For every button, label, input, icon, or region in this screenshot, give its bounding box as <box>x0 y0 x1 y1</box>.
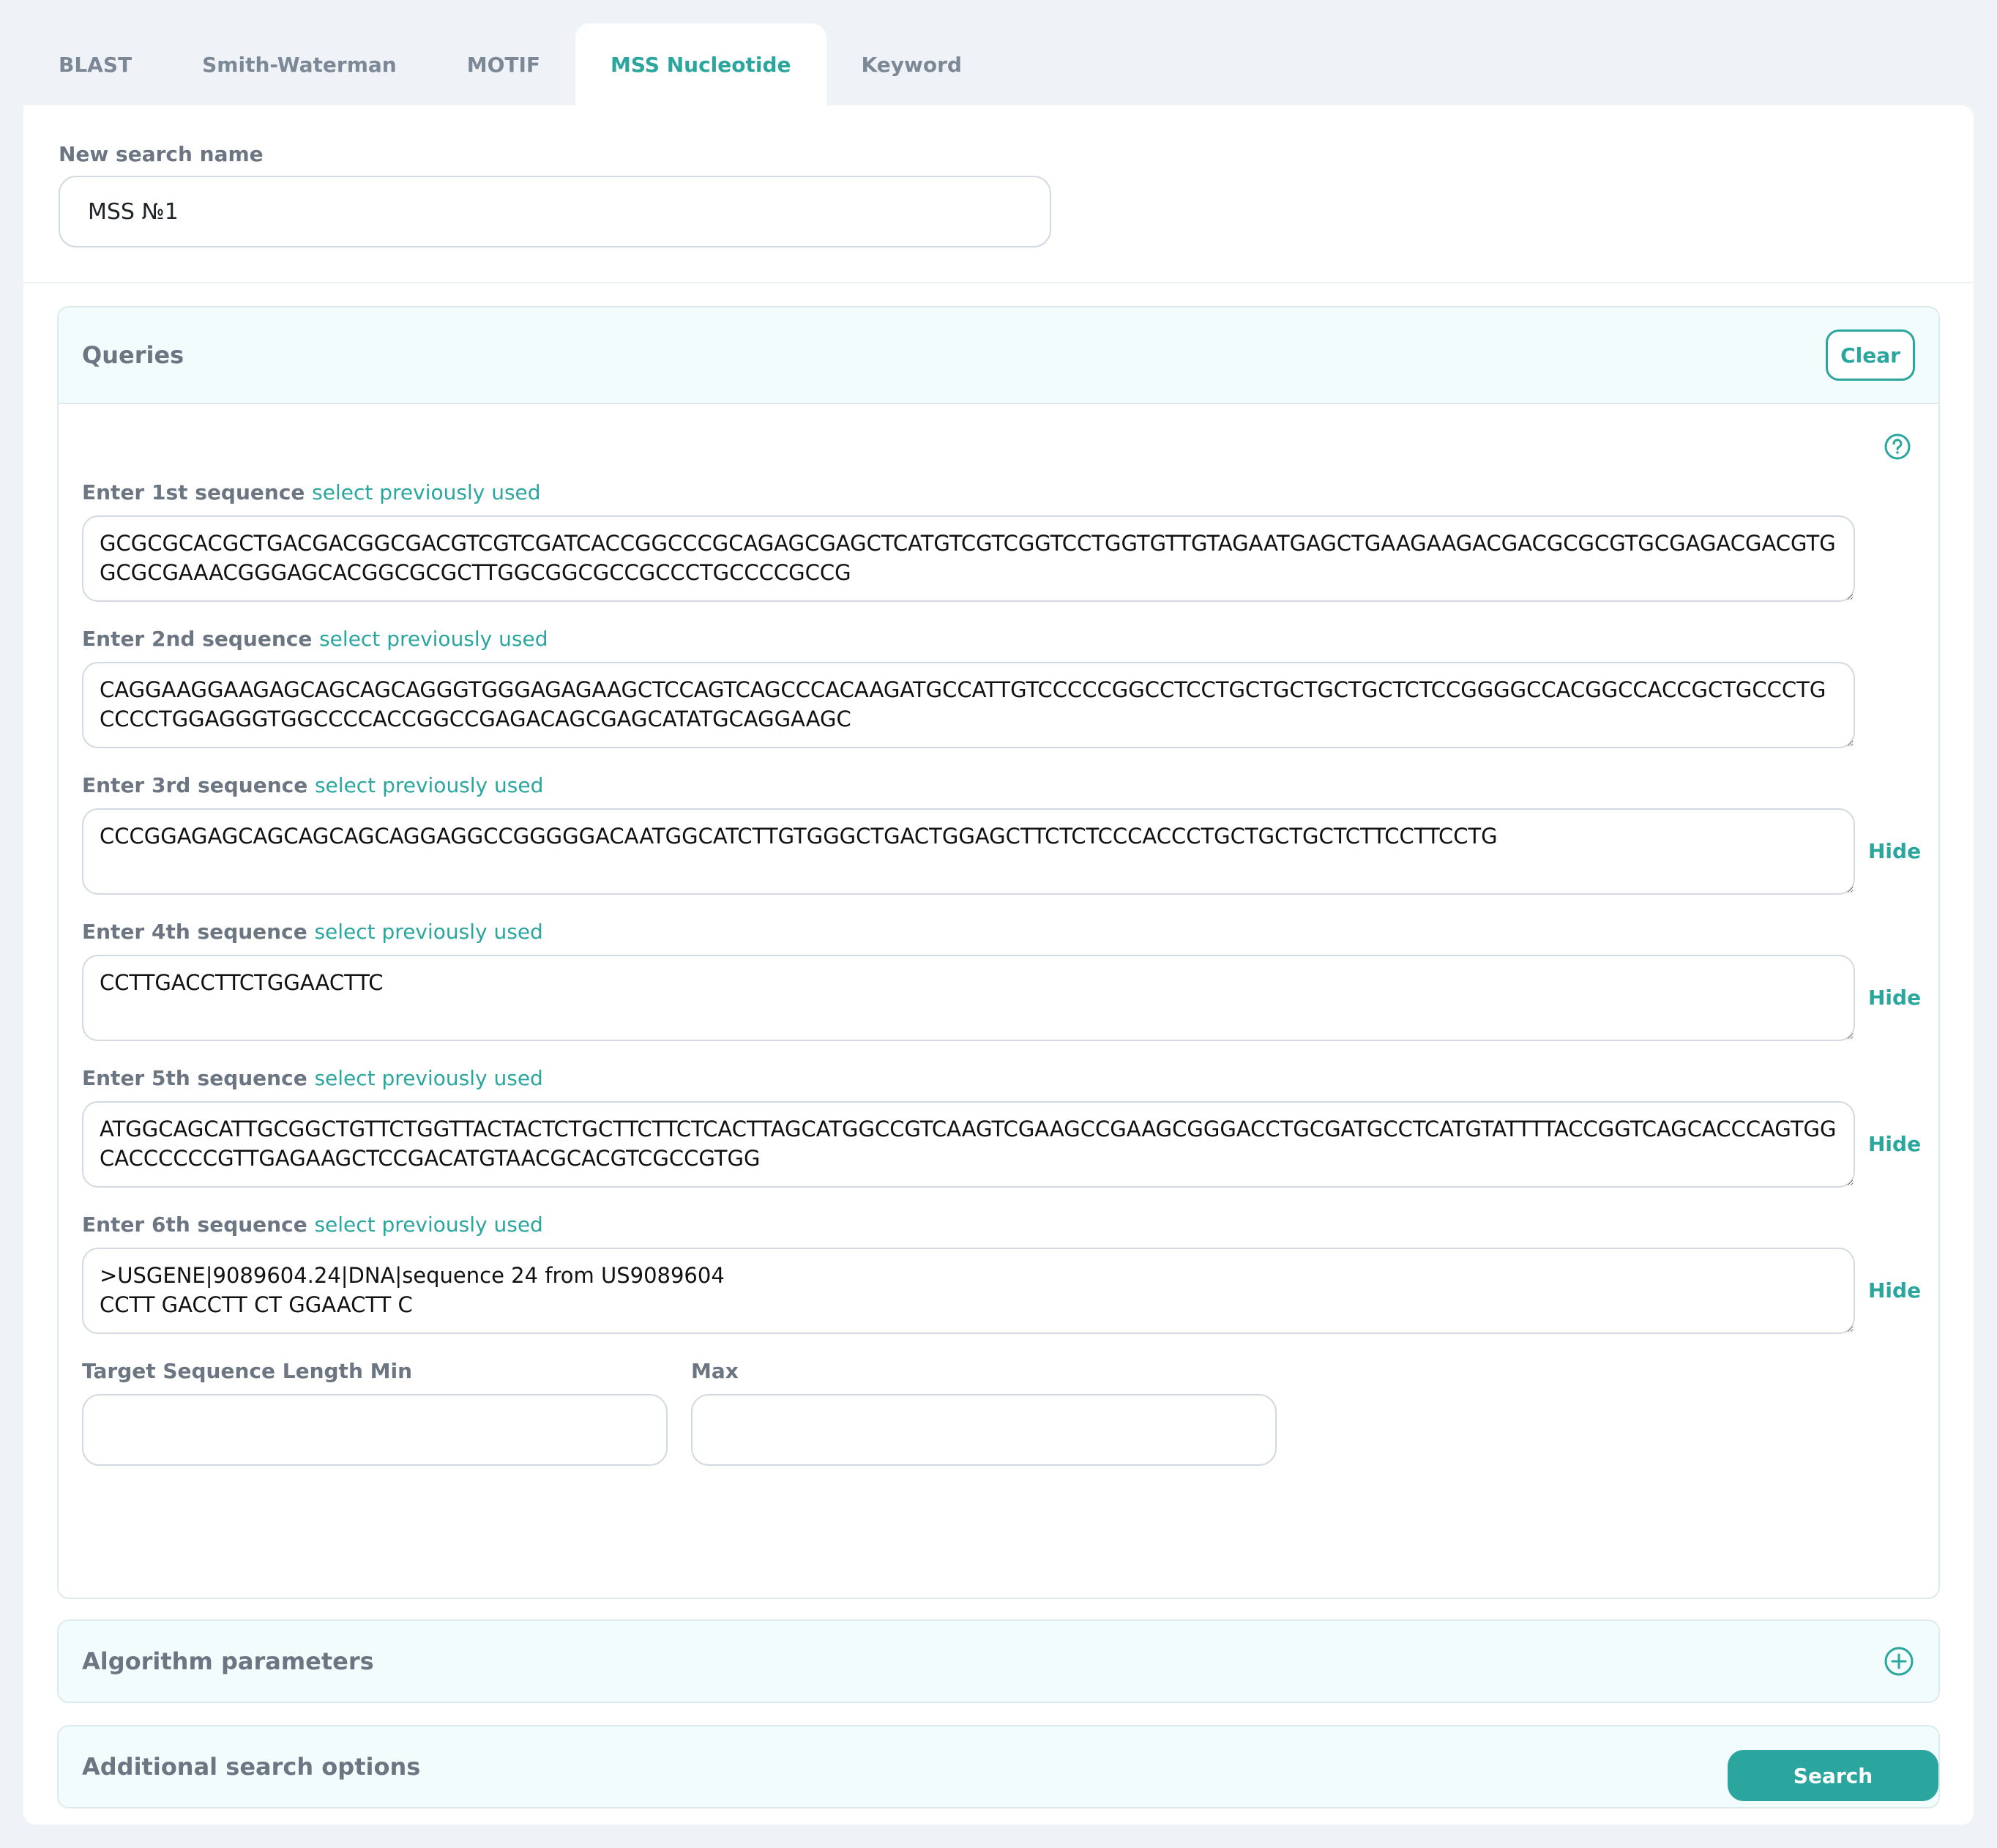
sequence-3-label: Enter 3rd sequence select previously use… <box>82 773 544 797</box>
queries-title: Queries <box>82 341 184 369</box>
sequence-6-input[interactable]: >USGENE|9089604.24|DNA|sequence 24 from … <box>82 1248 1855 1334</box>
select-previous-link-4[interactable]: select previously used <box>314 920 542 944</box>
hide-sequence-3-link[interactable]: Hide <box>1868 839 1921 863</box>
sequence-4-input[interactable]: CCTTGACCTTCTGGAACTTC <box>82 955 1855 1041</box>
sequence-6-label: Enter 6th sequence select previously use… <box>82 1212 543 1237</box>
plus-circle-icon[interactable] <box>1883 1645 1915 1677</box>
length-min-label: Target Sequence Length Min <box>82 1359 413 1383</box>
tab-mss-nucleotide[interactable]: MSS Nucleotide <box>575 23 826 105</box>
search-button[interactable]: Search <box>1728 1750 1938 1801</box>
length-min-input[interactable] <box>82 1394 668 1466</box>
sequence-4-label: Enter 4th sequence select previously use… <box>82 920 543 944</box>
additional-search-options-header[interactable]: Additional search options <box>59 1726 1938 1807</box>
clear-button[interactable]: Clear <box>1826 329 1915 381</box>
additional-search-options-panel[interactable]: Additional search options <box>57 1725 1940 1808</box>
sequence-2-input[interactable]: CAGGAAGGAAGAGCAGCAGCAGGGTGGGAGAGAAGCTCCA… <box>82 662 1855 748</box>
length-max-input[interactable] <box>691 1394 1277 1466</box>
search-type-tabs: BLAST Smith-Waterman MOTIF MSS Nucleotid… <box>23 23 997 105</box>
sequence-5-label: Enter 5th sequence select previously use… <box>82 1066 543 1090</box>
select-previous-link-6[interactable]: select previously used <box>314 1212 542 1237</box>
sequence-1-label: Enter 1st sequence select previously use… <box>82 480 541 504</box>
search-name-label: New search name <box>59 142 264 166</box>
queries-header: Queries Clear <box>59 308 1938 404</box>
select-previous-link-2[interactable]: select previously used <box>319 627 548 651</box>
sequence-5-input[interactable]: ATGGCAGCATTGCGGCTGTTCTGGTTACTACTCTGCTTCT… <box>82 1101 1855 1188</box>
hide-sequence-6-link[interactable]: Hide <box>1868 1278 1921 1303</box>
divider <box>23 282 1974 283</box>
sequence-3-input[interactable]: CCCGGAGAGCAGCAGCAGCAGGAGGCCGGGGGACAATGGC… <box>82 808 1855 895</box>
length-max-label: Max <box>691 1359 739 1383</box>
select-previous-link-5[interactable]: select previously used <box>314 1066 542 1090</box>
select-previous-link-3[interactable]: select previously used <box>315 773 543 797</box>
hide-sequence-4-link[interactable]: Hide <box>1868 986 1921 1010</box>
algorithm-parameters-title: Algorithm parameters <box>82 1647 374 1675</box>
search-form-card: New search name Queries Clear Enter 1st … <box>23 105 1974 1825</box>
sequence-1-input[interactable]: GCGCGCACGCTGACGACGGCGACGTCGTCGATCACCGGCC… <box>82 515 1855 602</box>
select-previous-link-1[interactable]: select previously used <box>312 480 540 504</box>
queries-panel: Queries Clear Enter 1st sequence select … <box>57 306 1940 1599</box>
search-name-input[interactable] <box>59 176 1051 247</box>
help-circle-icon[interactable] <box>1883 432 1912 461</box>
additional-search-options-title: Additional search options <box>82 1753 421 1781</box>
hide-sequence-5-link[interactable]: Hide <box>1868 1132 1921 1156</box>
tab-keyword[interactable]: Keyword <box>826 23 997 105</box>
tab-smith-waterman[interactable]: Smith-Waterman <box>167 23 432 105</box>
tab-motif[interactable]: MOTIF <box>432 23 575 105</box>
sequence-2-label: Enter 2nd sequence select previously use… <box>82 627 548 651</box>
tab-blast[interactable]: BLAST <box>23 23 167 105</box>
algorithm-parameters-header[interactable]: Algorithm parameters <box>59 1621 1938 1702</box>
algorithm-parameters-panel[interactable]: Algorithm parameters <box>57 1620 1940 1703</box>
